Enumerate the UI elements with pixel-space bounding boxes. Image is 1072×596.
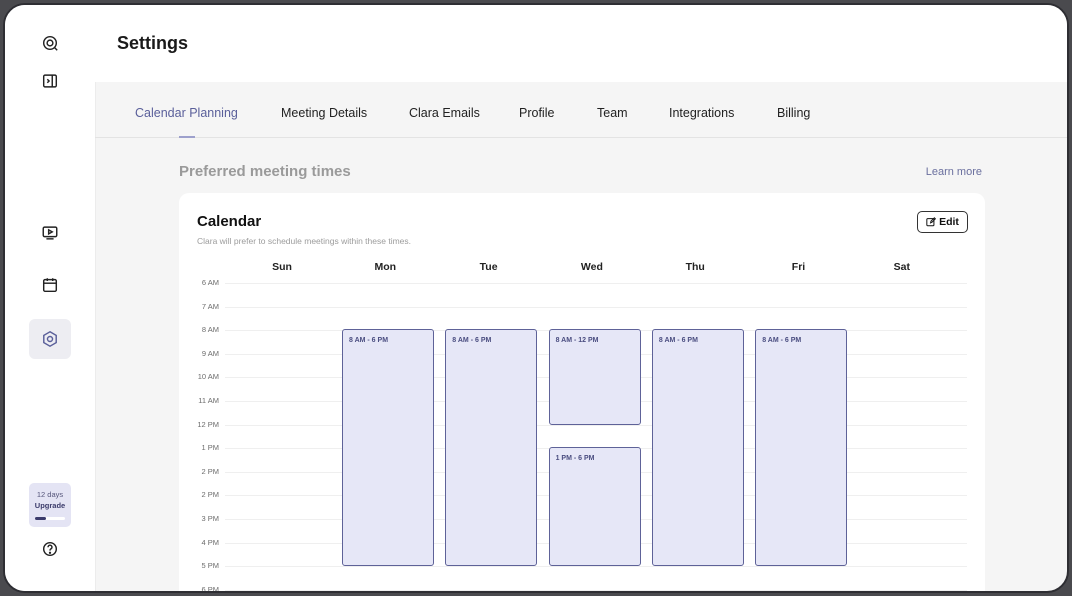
hour-label: 10 AM bbox=[197, 372, 219, 382]
hour-gridline bbox=[225, 283, 967, 284]
availability-block-wed[interactable]: 8 AM - 12 PM bbox=[548, 329, 641, 425]
day-header-fri: Fri bbox=[791, 261, 806, 273]
hour-label: 6 AM bbox=[201, 278, 219, 287]
tab-profile[interactable]: Profile bbox=[519, 106, 554, 120]
help-button[interactable] bbox=[29, 529, 71, 569]
hour-label: 12 PM bbox=[197, 419, 219, 429]
page-header: Settings bbox=[95, 5, 1067, 82]
availability-block-label: 8 AM - 12 PM bbox=[555, 337, 599, 345]
calendar-grid: Sun Mon Tue Wed Thu Fri Sat 6 AM 7 AM 8 AM 9 AM 10 … bbox=[179, 193, 985, 593]
page-title: Settings bbox=[117, 33, 189, 53]
day-header-mon: Mon bbox=[374, 261, 397, 273]
upgrade-label: Upgrade bbox=[34, 501, 66, 510]
availability-block-thu[interactable]: 8 AM - 6 PM bbox=[651, 329, 744, 567]
tab-billing[interactable]: Billing bbox=[777, 106, 810, 120]
logo-icon bbox=[42, 35, 58, 51]
upgrade-button[interactable]: 12 days Upgrade bbox=[29, 483, 71, 527]
day-header-thu: Thu bbox=[685, 261, 705, 273]
hour-gridline bbox=[225, 424, 967, 426]
availability-block-label: 8 AM - 6 PM bbox=[349, 337, 389, 345]
availability-block-mon[interactable]: 8 AM - 6 PM bbox=[342, 329, 434, 567]
sidebar: 12 days Upgrade bbox=[5, 5, 96, 591]
day-header-sun: Sun bbox=[272, 261, 292, 273]
availability-block-wed[interactable]: 1 PM - 6 PM bbox=[548, 447, 641, 567]
section-title: Preferred meeting times bbox=[179, 163, 351, 180]
app-window: 12 days Upgrade Settings Calendar Planni… bbox=[3, 3, 1069, 593]
hour-label: 5 PM bbox=[201, 561, 219, 571]
availability-block-fri[interactable]: 8 AM - 6 PM bbox=[755, 329, 848, 567]
hour-label: 2 PM bbox=[201, 466, 219, 476]
hour-gridline bbox=[225, 589, 967, 591]
learn-more-link[interactable]: Learn more bbox=[926, 166, 982, 178]
calendar-icon bbox=[42, 278, 58, 293]
settings-icon bbox=[43, 330, 57, 348]
tab-meeting-details[interactable]: Meeting Details bbox=[281, 106, 367, 120]
trial-progress-bar bbox=[35, 517, 65, 520]
tab-clara-emails[interactable]: Clara Emails bbox=[409, 106, 480, 120]
hour-label: 4 PM bbox=[201, 537, 219, 547]
tab-calendar-planning[interactable]: Calendar Planning bbox=[135, 106, 238, 120]
trial-days-label: 12 days bbox=[36, 490, 64, 499]
hour-gridline bbox=[225, 566, 967, 568]
availability-block-tue[interactable]: 8 AM - 6 PM bbox=[445, 329, 538, 567]
hour-label: 11 AM bbox=[198, 396, 219, 405]
hour-label: 1 PM bbox=[201, 443, 219, 453]
availability-block-label: 8 AM - 6 PM bbox=[658, 337, 698, 345]
sidebar-item-calendar[interactable] bbox=[29, 265, 71, 305]
sidebar-toggle-button[interactable] bbox=[29, 61, 71, 101]
trial-progress-fill bbox=[35, 517, 46, 520]
help-icon bbox=[42, 541, 58, 557]
hour-label: 8 AM bbox=[201, 325, 219, 335]
hour-label: 2 PM bbox=[201, 490, 219, 500]
day-header-wed: Wed bbox=[580, 261, 603, 273]
day-header-sat: Sat bbox=[893, 261, 910, 273]
video-icon bbox=[42, 226, 58, 240]
hour-gridline bbox=[225, 306, 967, 308]
availability-block-label: 1 PM - 6 PM bbox=[555, 455, 595, 463]
hour-label: 9 AM bbox=[201, 348, 219, 358]
sidebar-item-settings[interactable] bbox=[29, 319, 71, 359]
settings-tabs: Calendar Planning Meeting Details Clara … bbox=[95, 82, 1067, 138]
hour-label: 6 PM bbox=[201, 584, 219, 593]
sidebar-toggle-icon bbox=[42, 74, 58, 88]
tab-team[interactable]: Team bbox=[597, 106, 628, 120]
calendar-card: Calendar Clara will prefer to schedule m… bbox=[179, 193, 985, 593]
sidebar-item-recordings[interactable] bbox=[29, 213, 71, 253]
availability-block-label: 8 AM - 6 PM bbox=[762, 337, 802, 345]
logo-button[interactable] bbox=[29, 23, 71, 63]
hour-label: 3 PM bbox=[201, 514, 219, 523]
availability-block-label: 8 AM - 6 PM bbox=[452, 337, 492, 345]
tab-integrations[interactable]: Integrations bbox=[669, 106, 734, 120]
day-header-tue: Tue bbox=[479, 261, 498, 273]
hour-label: 7 AM bbox=[201, 301, 219, 311]
active-tab-indicator bbox=[179, 136, 195, 138]
